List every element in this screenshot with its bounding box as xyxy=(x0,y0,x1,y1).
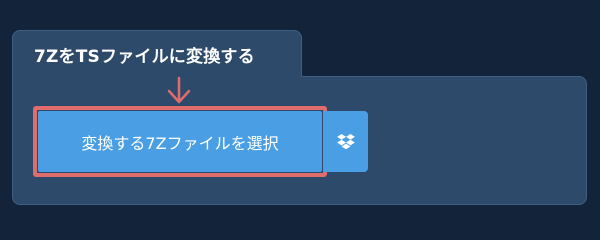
dropbox-button[interactable] xyxy=(323,111,368,172)
select-file-button[interactable]: 変換する7Zファイルを選択 xyxy=(38,111,322,172)
converter-stage: 7ZをTSファイルに変換する 変換する7Zファイルを選択 xyxy=(0,0,600,230)
panel-title: 7ZをTSファイルに変換する xyxy=(34,47,255,67)
dropbox-icon xyxy=(336,133,355,149)
select-file-button-label: 変換する7Zファイルを選択 xyxy=(81,133,279,153)
down-arrow-icon xyxy=(167,76,191,104)
panel-seam xyxy=(13,70,301,82)
